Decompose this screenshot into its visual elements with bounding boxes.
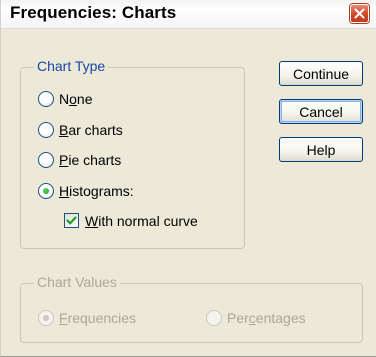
charts-dialog: Frequencies: Charts Chart Type None Bar … [0, 0, 376, 357]
radio-frequencies-label: Frequencies [59, 310, 137, 326]
radio-histograms-label: Histograms: [59, 183, 134, 199]
continue-button[interactable]: Continue [279, 61, 363, 86]
normal-curve-checkbox[interactable] [64, 213, 79, 228]
normal-curve-label: With normal curve [85, 213, 198, 229]
cancel-button[interactable]: Cancel [279, 99, 363, 124]
chart-values-group-label: Chart Values [34, 274, 120, 290]
radio-none-label: None [59, 91, 93, 107]
close-button[interactable] [350, 4, 369, 23]
radio-histograms-button[interactable] [38, 183, 54, 199]
radio-bar-charts-label: Bar charts [59, 122, 123, 138]
radio-percentages-label: Percentages [227, 310, 306, 326]
radio-none-button[interactable] [38, 91, 54, 107]
radio-percentages-button[interactable] [206, 310, 222, 326]
radio-pie-charts-button[interactable] [38, 152, 54, 168]
radio-pie-charts-label: Pie charts [59, 152, 122, 168]
help-button[interactable]: Help [279, 137, 363, 162]
checkmark-icon [66, 216, 77, 225]
radio-bar-charts-button[interactable] [38, 122, 54, 138]
close-x-icon [354, 8, 365, 19]
chart-type-group-label: Chart Type [34, 58, 109, 74]
dialog-title: Frequencies: Charts [10, 3, 177, 22]
title-bar[interactable]: Frequencies: Charts [1, 0, 376, 29]
radio-frequencies-button[interactable] [38, 310, 54, 326]
